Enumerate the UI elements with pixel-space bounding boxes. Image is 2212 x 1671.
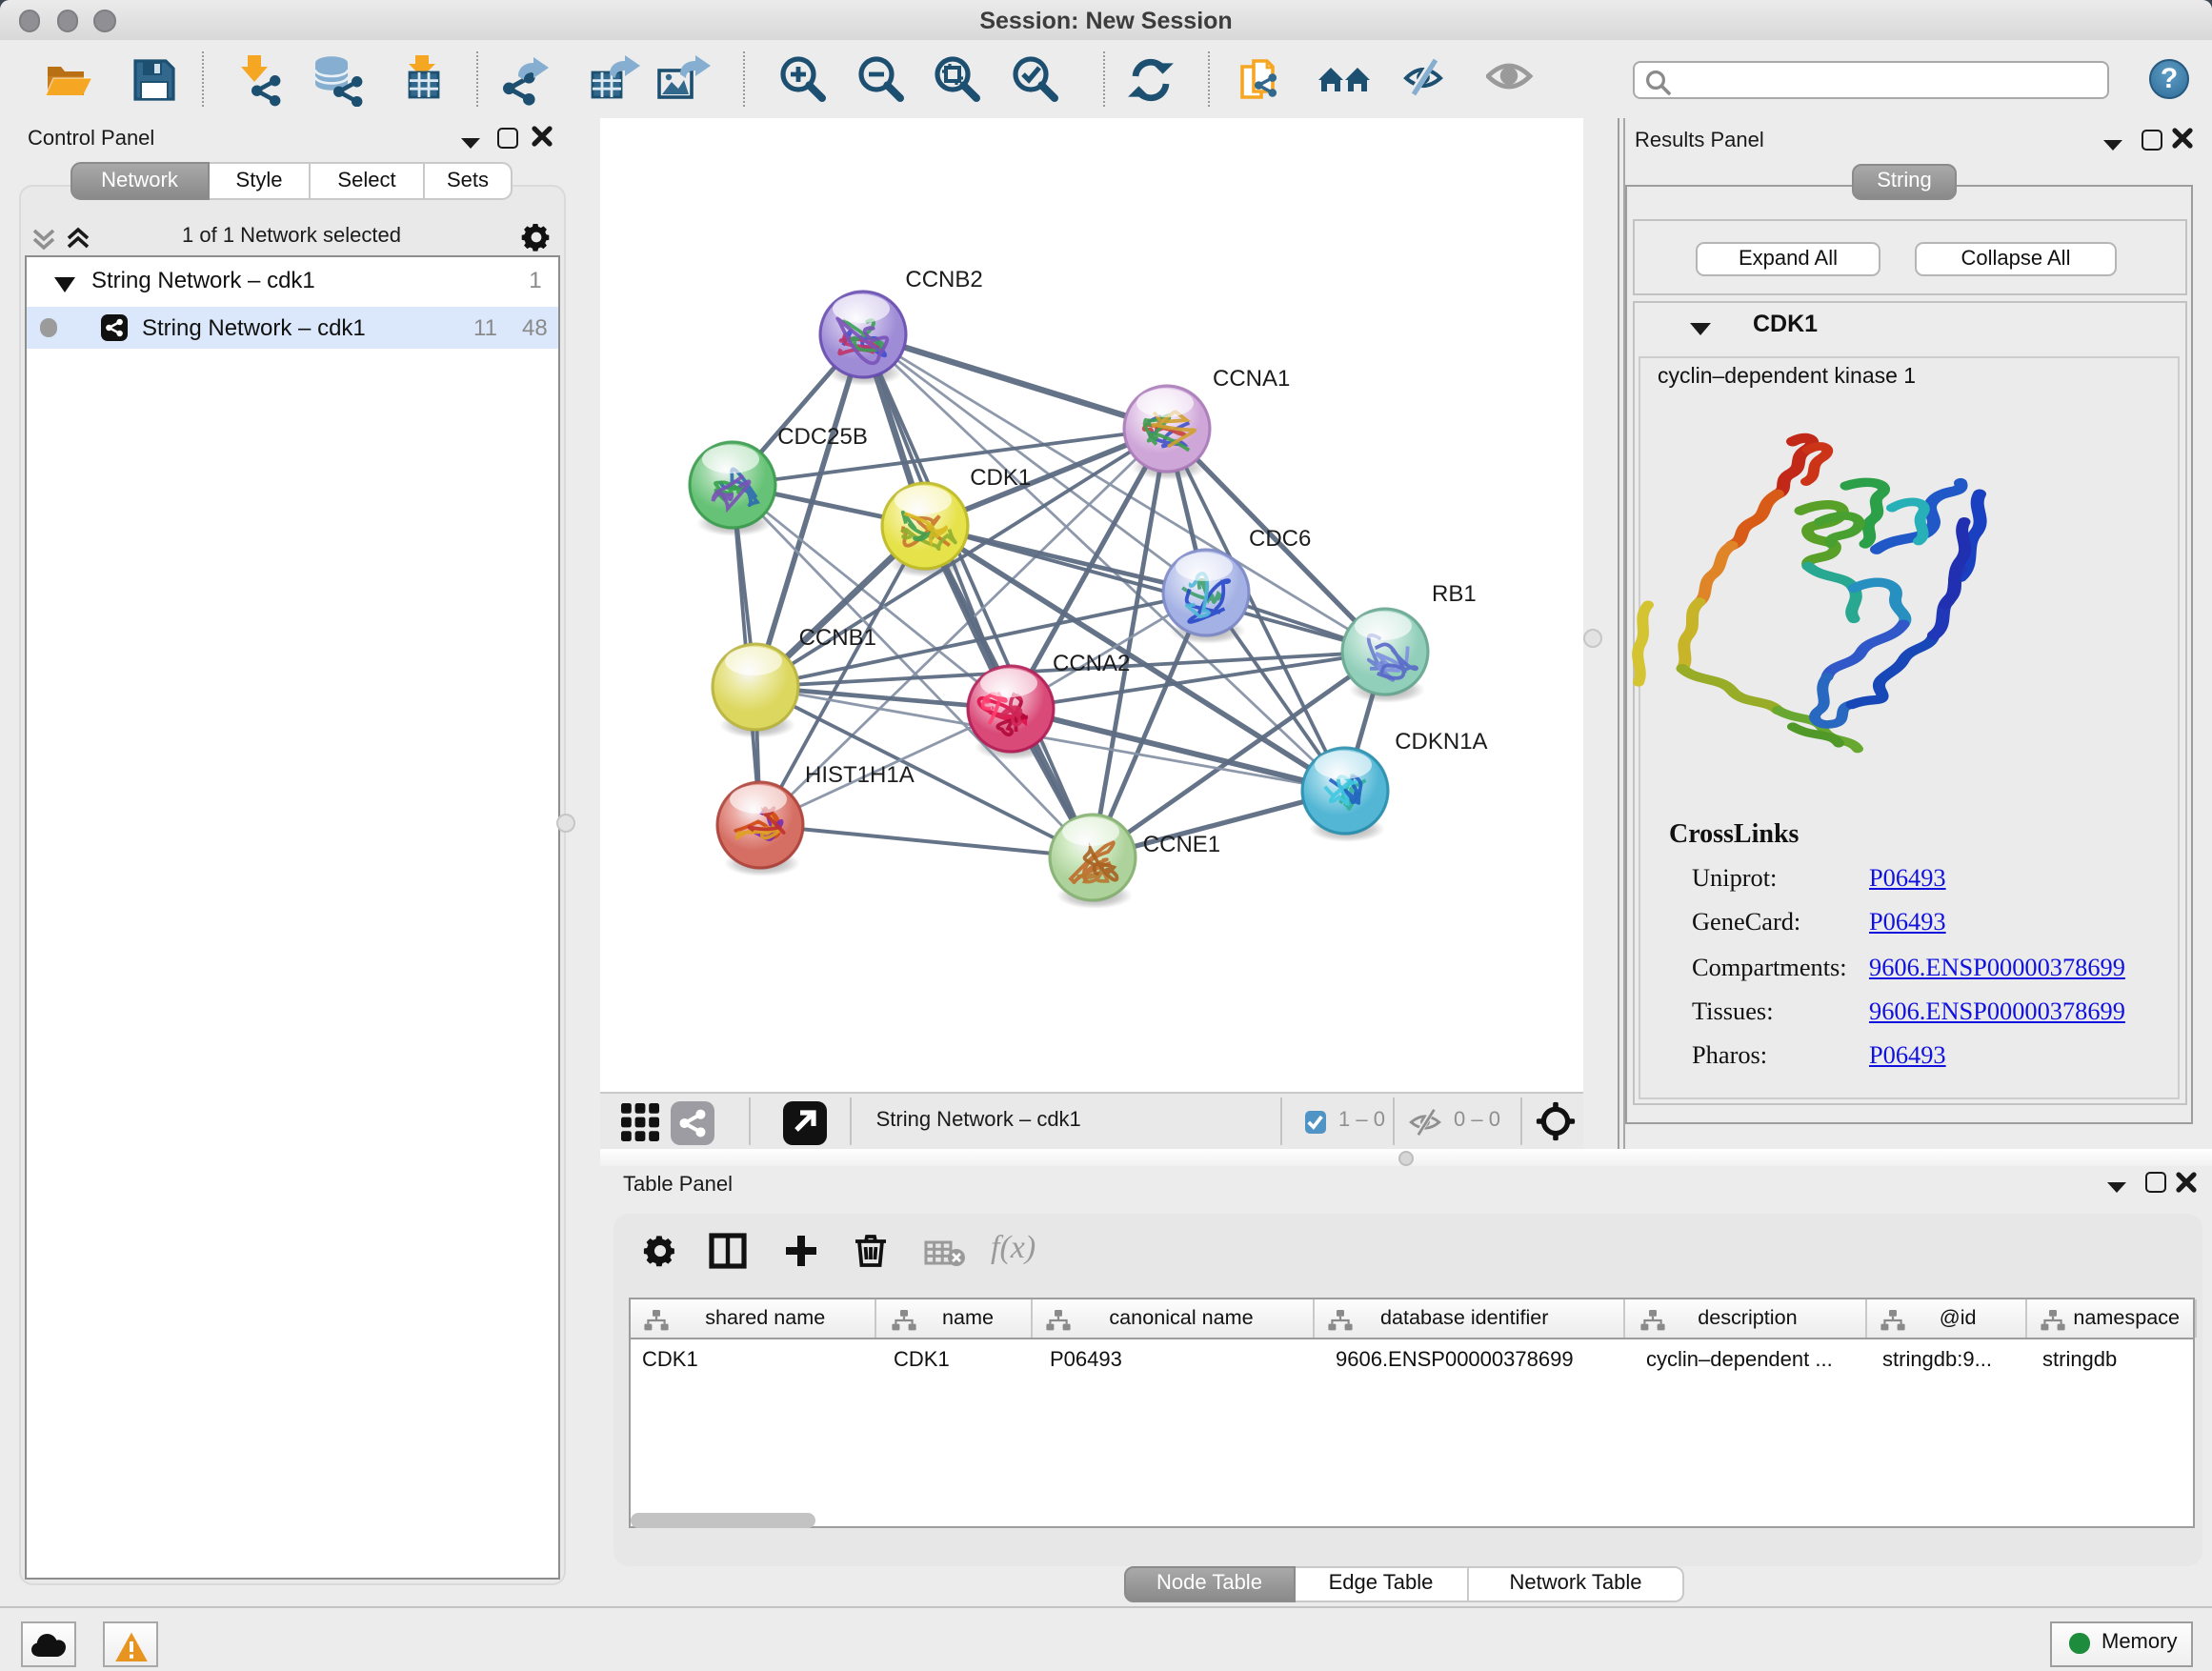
svg-text:CDC25B: CDC25B (776, 424, 867, 450)
svg-text:CDK1: CDK1 (969, 465, 1030, 491)
svg-text:CCNB2: CCNB2 (904, 267, 981, 292)
svg-text:CDKN1A: CDKN1A (1394, 729, 1486, 755)
svg-text:CCNE1: CCNE1 (1142, 832, 1219, 857)
svg-text:CCNA2: CCNA2 (1052, 651, 1129, 676)
svg-text:CCNB1: CCNB1 (798, 625, 875, 651)
svg-text:HIST1H1A: HIST1H1A (804, 762, 914, 788)
svg-text:CCNA1: CCNA1 (1212, 366, 1289, 392)
svg-text:CDC6: CDC6 (1248, 526, 1310, 552)
svg-text:RB1: RB1 (1431, 581, 1476, 607)
